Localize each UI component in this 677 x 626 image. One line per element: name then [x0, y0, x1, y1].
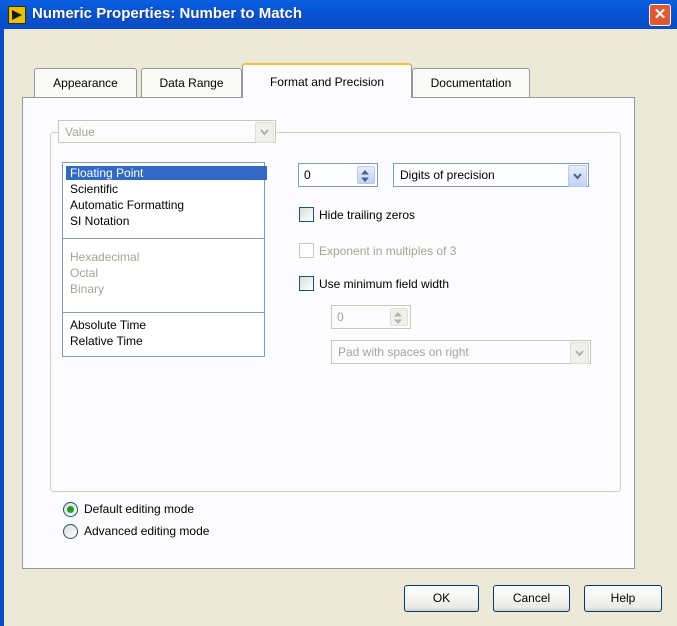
- list-item-absolute-time[interactable]: Absolute Time: [66, 318, 267, 332]
- list-item-relative-time[interactable]: Relative Time: [66, 334, 267, 348]
- hide-trailing-zeros-label[interactable]: Hide trailing zeros: [319, 208, 415, 222]
- min-width-value: 0: [337, 310, 344, 324]
- min-width-spinbox: 0: [331, 305, 411, 329]
- format-type-listbox[interactable]: Floating Point Scientific Automatic Form…: [62, 162, 267, 357]
- list-item-octal: Octal: [70, 266, 99, 280]
- list-item-si-notation[interactable]: SI Notation: [66, 214, 267, 228]
- digits-spinbox[interactable]: 0: [298, 163, 378, 187]
- precision-type-text: Digits of precision: [400, 168, 495, 182]
- list-separator: [63, 312, 264, 313]
- close-button[interactable]: ✕: [649, 4, 671, 26]
- list-item-automatic-formatting[interactable]: Automatic Formatting: [66, 198, 267, 212]
- tab-data-range[interactable]: Data Range: [141, 68, 242, 97]
- hide-trailing-zeros-checkbox[interactable]: [299, 207, 314, 222]
- list-item-hexadecimal: Hexadecimal: [70, 250, 140, 264]
- cancel-button[interactable]: Cancel: [493, 585, 570, 612]
- use-min-field-width-label[interactable]: Use minimum field width: [319, 277, 449, 291]
- spin-arrows-icon[interactable]: [357, 166, 375, 184]
- list-item-binary: Binary: [70, 282, 105, 296]
- use-min-field-width-checkbox[interactable]: [299, 276, 314, 291]
- digits-value: 0: [304, 168, 311, 182]
- labview-app-icon: [8, 6, 26, 24]
- help-button[interactable]: Help: [584, 585, 662, 612]
- window-frame-left: [0, 29, 4, 626]
- precision-type-select[interactable]: Digits of precision: [393, 163, 589, 187]
- advanced-editing-mode-radio[interactable]: [63, 524, 78, 539]
- list-item-floating-point[interactable]: Floating Point: [66, 166, 267, 180]
- exponent-multiples-label: Exponent in multiples of 3: [319, 244, 457, 258]
- value-select-text: Value: [65, 125, 95, 139]
- default-editing-mode-radio[interactable]: [63, 502, 78, 517]
- padding-select: Pad with spaces on right: [331, 340, 591, 364]
- value-select[interactable]: Value: [58, 120, 276, 143]
- chevron-down-icon: [570, 342, 589, 364]
- ok-button[interactable]: OK: [404, 585, 479, 612]
- default-editing-mode-label[interactable]: Default editing mode: [84, 502, 194, 516]
- advanced-editing-mode-label[interactable]: Advanced editing mode: [84, 524, 209, 538]
- tab-format-and-precision[interactable]: Format and Precision: [242, 63, 412, 98]
- radio-selected-dot: [67, 506, 74, 513]
- chevron-down-icon: [568, 165, 587, 187]
- tab-appearance[interactable]: Appearance: [34, 68, 137, 97]
- spin-arrows-icon: [390, 308, 408, 326]
- list-separator: [63, 238, 264, 239]
- list-item-scientific[interactable]: Scientific: [66, 182, 267, 196]
- chevron-down-icon: [255, 122, 274, 143]
- exponent-multiples-checkbox: [299, 243, 314, 258]
- padding-select-text: Pad with spaces on right: [338, 345, 469, 359]
- window-title: Numeric Properties: Number to Match: [32, 5, 303, 22]
- tab-documentation[interactable]: Documentation: [412, 68, 530, 97]
